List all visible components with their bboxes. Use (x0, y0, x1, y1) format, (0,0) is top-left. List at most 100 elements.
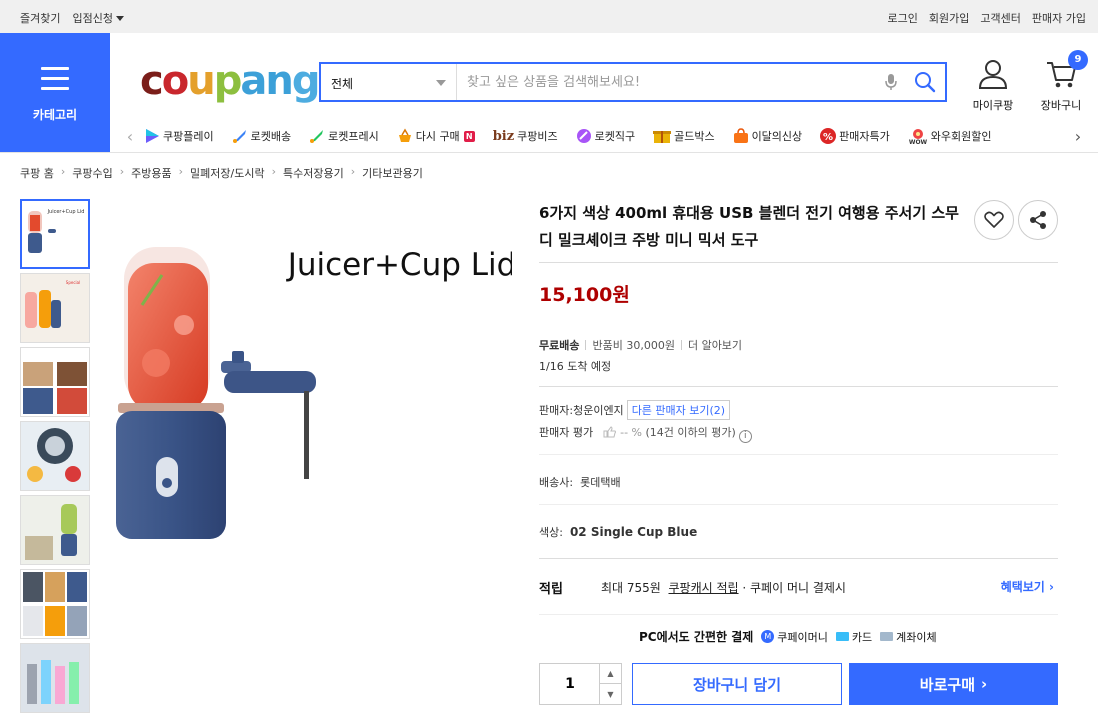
signup-link[interactable]: 회원가입 (929, 10, 969, 26)
nav-item-coupang-biz[interactable]: biz 쿠팡비즈 (493, 128, 558, 144)
login-link[interactable]: 로그인 (888, 10, 918, 26)
nav-item-seller-deal[interactable]: % 판매자특가 (820, 128, 890, 144)
thumbnail-4[interactable] (20, 421, 90, 491)
info-icon[interactable]: i (738, 430, 752, 443)
seller-apply-menu[interactable]: 입점신청 (72, 10, 124, 26)
seller-rating-note: (14건 이하의 평가) (645, 426, 736, 439)
thumbnail-5[interactable] (20, 495, 90, 565)
breadcrumb-item[interactable]: 밀폐저장/도시락 (190, 165, 265, 181)
breadcrumb-item[interactable]: 특수저장용기 (283, 165, 344, 181)
search-input[interactable] (457, 64, 877, 100)
nav-label: 판매자특가 (839, 130, 890, 143)
quantity-increase-button[interactable]: ▲ (599, 664, 621, 684)
chevron-right-icon[interactable]: › (1068, 127, 1088, 146)
thumbnail-2[interactable]: Special (20, 273, 90, 343)
top-utility-bar: 즐겨찾기 입점신청 로그인 회원가입 고객센터 판매자 가입 (0, 0, 1098, 33)
benefit-link[interactable]: 혜택보기 › (1001, 578, 1054, 595)
breadcrumb-item[interactable]: 쿠팡수입 (72, 165, 112, 181)
breadcrumb-item[interactable]: 쿠팡 홈 (20, 165, 54, 181)
wishlist-button[interactable] (974, 200, 1014, 240)
thumbnail-3[interactable] (20, 347, 90, 417)
more-info-link[interactable]: 더 알아보기 (688, 339, 742, 352)
thumbnail-7[interactable] (20, 643, 90, 713)
shipping-info: 무료배송 반품비 30,000원 더 알아보기 (539, 337, 742, 353)
option-label: 색상: (539, 526, 563, 539)
reward-max: 최대 755원 (601, 581, 661, 595)
search-category-select[interactable]: 전체 (321, 64, 457, 100)
nav-item-new-arrivals[interactable]: 이달의신상 (733, 128, 802, 144)
nav-item-buy-again[interactable]: 다시 구매 N (397, 128, 475, 144)
my-coupang-button[interactable]: 마이쿠팡 (968, 58, 1018, 113)
logo-letter: u (187, 58, 216, 104)
seller-rating-label: 판매자 평가 (539, 426, 594, 439)
other-sellers-button[interactable]: 다른 판매자 보기(2) (626, 400, 731, 420)
buy-now-button[interactable]: 바로구매 › (849, 663, 1058, 705)
reward-info: 최대 755원 쿠팡캐시 적립 · 쿠페이 머니 결제시 (601, 579, 846, 596)
header-divider (0, 152, 1098, 153)
customer-center-link[interactable]: 고객센터 (980, 10, 1020, 26)
search-category-value: 전체 (331, 77, 354, 91)
thumbnail-1[interactable]: Juicer+Cup Lid (20, 199, 90, 269)
card-icon (835, 632, 849, 641)
nav-label: 골드박스 (674, 130, 715, 143)
divider (539, 558, 1058, 559)
cart-button[interactable]: 9 장바구니 (1036, 50, 1088, 113)
chevron-right-icon: › (981, 675, 988, 693)
pc-pay-label: PC에서도 간편한 결제 (639, 630, 754, 644)
thumbnail-6[interactable] (20, 569, 90, 639)
nav-item-coupang-play[interactable]: 쿠팡플레이 (144, 128, 214, 144)
share-icon (1030, 211, 1046, 229)
quantity-input[interactable] (540, 664, 600, 704)
divider (539, 262, 1058, 263)
nav-label: 와우회원할인 (930, 130, 992, 143)
divider (539, 454, 1058, 455)
breadcrumb-item[interactable]: 기타보관용기 (362, 165, 423, 181)
coupang-cash-link[interactable]: 쿠팡캐시 적립 (668, 581, 738, 595)
divider (539, 504, 1058, 505)
search-icon[interactable] (905, 64, 945, 100)
microphone-icon[interactable] (877, 64, 905, 100)
nav-label: 로켓배송 (250, 130, 292, 143)
seller-label: 판매자: (539, 404, 574, 417)
share-button[interactable] (1018, 200, 1058, 240)
carrier-label: 배송사: (539, 476, 574, 489)
logo-letter: a (240, 58, 267, 104)
favorites-link[interactable]: 즐겨찾기 (20, 10, 60, 26)
hamburger-icon (41, 67, 69, 97)
coupang-logo[interactable]: coupang (140, 56, 320, 106)
percent-badge-icon: % (820, 128, 837, 144)
svg-text:Special: Special (66, 280, 80, 285)
product-main-image[interactable]: Juicer+Cup Lid (112, 215, 516, 555)
nav-label: 쿠팡비즈 (517, 130, 558, 143)
chevron-left-icon[interactable]: ‹ (120, 127, 140, 146)
breadcrumb: 쿠팡 홈 › 쿠팡수입 › 주방용품 › 밀폐저장/도시락 › 특수저장용기 › 기타보관… (20, 165, 423, 181)
buy-now-label: 바로구매 (919, 675, 975, 694)
nav-item-rocket-fresh[interactable]: 로켓프레시 (309, 128, 379, 144)
nav-item-rocket-direct[interactable]: 로켓직구 (576, 128, 635, 144)
divider (539, 386, 1058, 387)
seller-signup-link[interactable]: 판매자 가입 (1032, 10, 1086, 26)
nav-item-rocket-delivery[interactable]: 로켓배송 (232, 128, 291, 144)
nav-item-wow-discount[interactable]: WOW 와우회원할인 (907, 128, 992, 144)
thumbnail-list: Juicer+Cup Lid Special (20, 199, 90, 717)
free-shipping-label: 무료배송 (539, 339, 580, 352)
nav-label: 다시 구매 (415, 130, 460, 143)
biz-logo-icon: biz (492, 128, 515, 144)
cart-label: 장바구니 (1040, 99, 1082, 112)
bank-icon (880, 632, 894, 641)
dropdown-arrow-icon (436, 80, 446, 86)
breadcrumb-item[interactable]: 주방용품 (131, 165, 171, 181)
nav-item-goldbox[interactable]: 골드박스 (653, 128, 715, 144)
rocket-icon (232, 130, 246, 143)
add-to-cart-button[interactable]: 장바구니 담기 (632, 663, 842, 705)
rocket-fresh-icon (310, 130, 324, 143)
nav-label: 쿠팡플레이 (163, 130, 214, 143)
option-info: 색상: 02 Single Cup Blue (539, 524, 697, 540)
carrier-info: 배송사: 롯데택배 (539, 474, 621, 490)
category-button[interactable]: 카테고리 (0, 33, 110, 152)
shortcut-nav: ‹ 쿠팡플레이 로켓배송 로켓프레시 다시 구매 N biz 쿠팡비즈 로켓직구 골… (120, 124, 1088, 148)
quantity-decrease-button[interactable]: ▼ (599, 684, 621, 704)
seller-rating-value: -- % (620, 426, 642, 439)
nav-label: 로켓직구 (594, 130, 636, 143)
basket-icon (398, 128, 411, 142)
